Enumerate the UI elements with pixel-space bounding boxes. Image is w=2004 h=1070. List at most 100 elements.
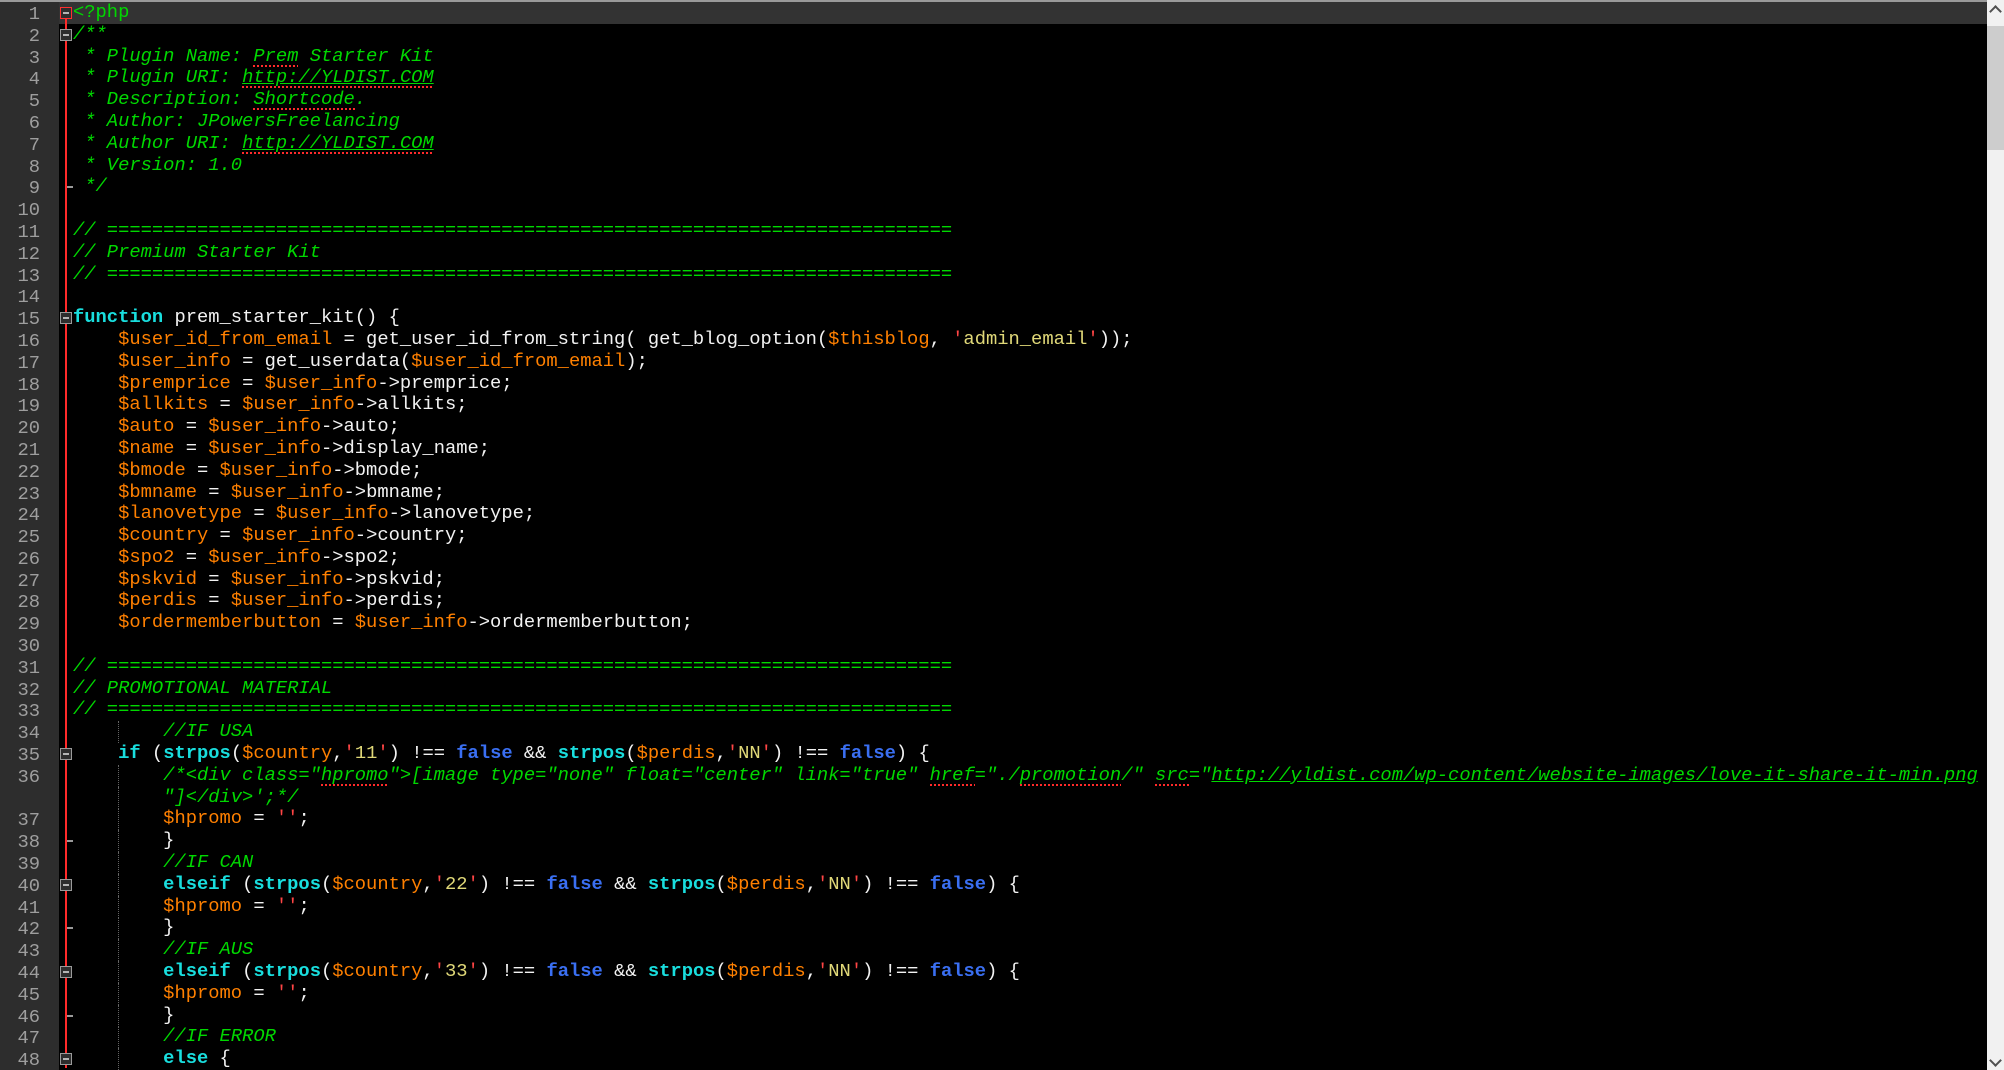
vertical-scrollbar[interactable] (1987, 0, 2004, 1070)
code-line[interactable]: $hpromo = ''; (73, 983, 310, 1005)
code-line[interactable]: //IF AUS (73, 939, 253, 961)
code-token (73, 393, 118, 415)
chevron-up-icon (1989, 5, 2002, 18)
code-token: ->pskvid; (344, 568, 445, 590)
code-token: )); (1099, 328, 1133, 350)
code-line[interactable]: // =====================================… (73, 220, 952, 242)
code-line[interactable]: // =====================================… (73, 656, 952, 678)
code-token: ' (1087, 328, 1098, 350)
code-line[interactable]: * Plugin URI: http://YLDIST.COM (73, 67, 434, 89)
code-token: , (422, 960, 433, 982)
code-line[interactable]: $user_info = get_userdata($user_id_from_… (73, 351, 648, 373)
code-line[interactable]: } (73, 1005, 174, 1027)
code-area[interactable]: <?php/** * Plugin Name: Prem Starter Kit… (0, 0, 1987, 1070)
code-token: 22 (445, 873, 468, 895)
code-token: $perdis (637, 742, 716, 764)
code-token: , (422, 873, 433, 895)
code-line[interactable]: * Author: JPowersFreelancing (73, 111, 400, 133)
code-line[interactable]: * Author URI: http://YLDIST.COM (73, 133, 434, 155)
code-token: '' (276, 982, 299, 1004)
code-token (73, 589, 118, 611)
code-token: ( (141, 742, 164, 764)
code-token: ->spo2; (321, 546, 400, 568)
code-token: $hpromo (163, 895, 242, 917)
code-line[interactable]: $bmname = $user_info->bmname; (73, 482, 445, 504)
code-token: && (513, 742, 558, 764)
code-line[interactable]: // =====================================… (73, 699, 952, 721)
code-token: , (332, 742, 343, 764)
code-line[interactable]: // =====================================… (73, 264, 952, 286)
code-line[interactable]: else { (73, 1048, 231, 1070)
code-line[interactable]: * Plugin Name: Prem Starter Kit (73, 46, 434, 68)
code-line[interactable]: elseif (strpos($country,'33') !== false … (73, 961, 1020, 983)
fold-toggle[interactable] (60, 312, 72, 324)
code-token: ->bmname; (344, 481, 445, 503)
fold-toggle[interactable] (60, 748, 72, 760)
code-token: $auto (118, 415, 174, 437)
code-token: ( (321, 960, 332, 982)
code-token: function (73, 306, 163, 328)
code-token: = (208, 393, 242, 415)
code-line[interactable]: */ (73, 176, 107, 198)
code-line[interactable]: $allkits = $user_info->allkits; (73, 394, 468, 416)
fold-toggle[interactable] (60, 879, 72, 891)
code-line[interactable]: elseif (strpos($country,'22') !== false … (73, 874, 1020, 896)
scroll-up-button[interactable] (1987, 0, 2004, 17)
code-token: * Author URI: (73, 132, 242, 154)
code-line[interactable]: $ordermemberbutton = $user_info->orderme… (73, 612, 693, 634)
code-token: $country (118, 524, 208, 546)
code-token: $user_info (242, 393, 355, 415)
code-line[interactable]: $country = $user_info->country; (73, 525, 468, 547)
code-line[interactable]: "]</div>';*/ (73, 787, 298, 809)
code-line[interactable]: //IF CAN (73, 852, 253, 874)
code-line[interactable]: * Description: Shortcode. (73, 89, 366, 111)
fold-toggle[interactable] (60, 29, 72, 41)
code-line[interactable]: // PROMOTIONAL MATERIAL (73, 678, 332, 700)
code-token (73, 502, 118, 524)
code-line[interactable]: } (73, 830, 174, 852)
fold-toggle[interactable] (60, 1053, 72, 1065)
code-line[interactable]: $perdis = $user_info->perdis; (73, 590, 445, 612)
fold-toggle[interactable] (60, 966, 72, 978)
code-token: * Author: JPowersFreelancing (73, 110, 400, 132)
code-line[interactable]: // Premium Starter Kit (73, 242, 321, 264)
code-line[interactable]: $hpromo = ''; (73, 896, 310, 918)
code-token: false (456, 742, 512, 764)
code-line[interactable]: $name = $user_info->display_name; (73, 438, 490, 460)
code-line[interactable]: $lanovetype = $user_info->lanovetype; (73, 503, 535, 525)
fold-toggle[interactable] (60, 7, 72, 19)
code-line[interactable]: if (strpos($country,'11') !== false && s… (73, 743, 930, 765)
code-line[interactable]: $pskvid = $user_info->pskvid; (73, 569, 445, 591)
code-line[interactable]: } (73, 917, 174, 939)
code-line[interactable]: //IF USA (73, 721, 253, 743)
fold-end-marker (67, 840, 73, 842)
fold-guide-line (65, 10, 67, 1068)
scroll-down-button[interactable] (1987, 1053, 2004, 1070)
code-line[interactable]: * Version: 1.0 (73, 155, 242, 177)
code-token: $pskvid (118, 568, 197, 590)
code-line[interactable]: $bmode = $user_info->bmode; (73, 460, 422, 482)
code-line[interactable]: function prem_starter_kit() { (73, 307, 400, 329)
code-token: } (73, 829, 174, 851)
code-line[interactable]: $premprice = $user_info->premprice; (73, 373, 513, 395)
code-token: $hpromo (163, 982, 242, 1004)
code-token: $ordermemberbutton (118, 611, 321, 633)
code-line[interactable]: $auto = $user_info->auto; (73, 416, 400, 438)
code-token (73, 982, 163, 1004)
code-token: //IF AUS (73, 938, 253, 960)
code-editor: 1234567891011121314151617181920212223242… (0, 0, 2004, 1070)
code-token: // =====================================… (73, 698, 952, 720)
code-token: ' (434, 960, 445, 982)
code-token: = (231, 372, 265, 394)
code-line[interactable]: <?php (73, 2, 129, 24)
code-line[interactable]: $spo2 = $user_info->spo2; (73, 547, 400, 569)
scrollbar-thumb[interactable] (1987, 26, 2004, 150)
code-token: strpos (648, 873, 716, 895)
code-line[interactable]: $user_id_from_email = get_user_id_from_s… (73, 329, 1133, 351)
code-line[interactable]: /** (73, 24, 107, 46)
code-line[interactable]: /*<div class="hpromo">[image type="none"… (73, 765, 1978, 787)
code-line[interactable]: //IF ERROR (73, 1026, 276, 1048)
code-line[interactable]: $hpromo = ''; (73, 808, 310, 830)
code-token: ' (434, 873, 445, 895)
code-token: $user_info (208, 415, 321, 437)
